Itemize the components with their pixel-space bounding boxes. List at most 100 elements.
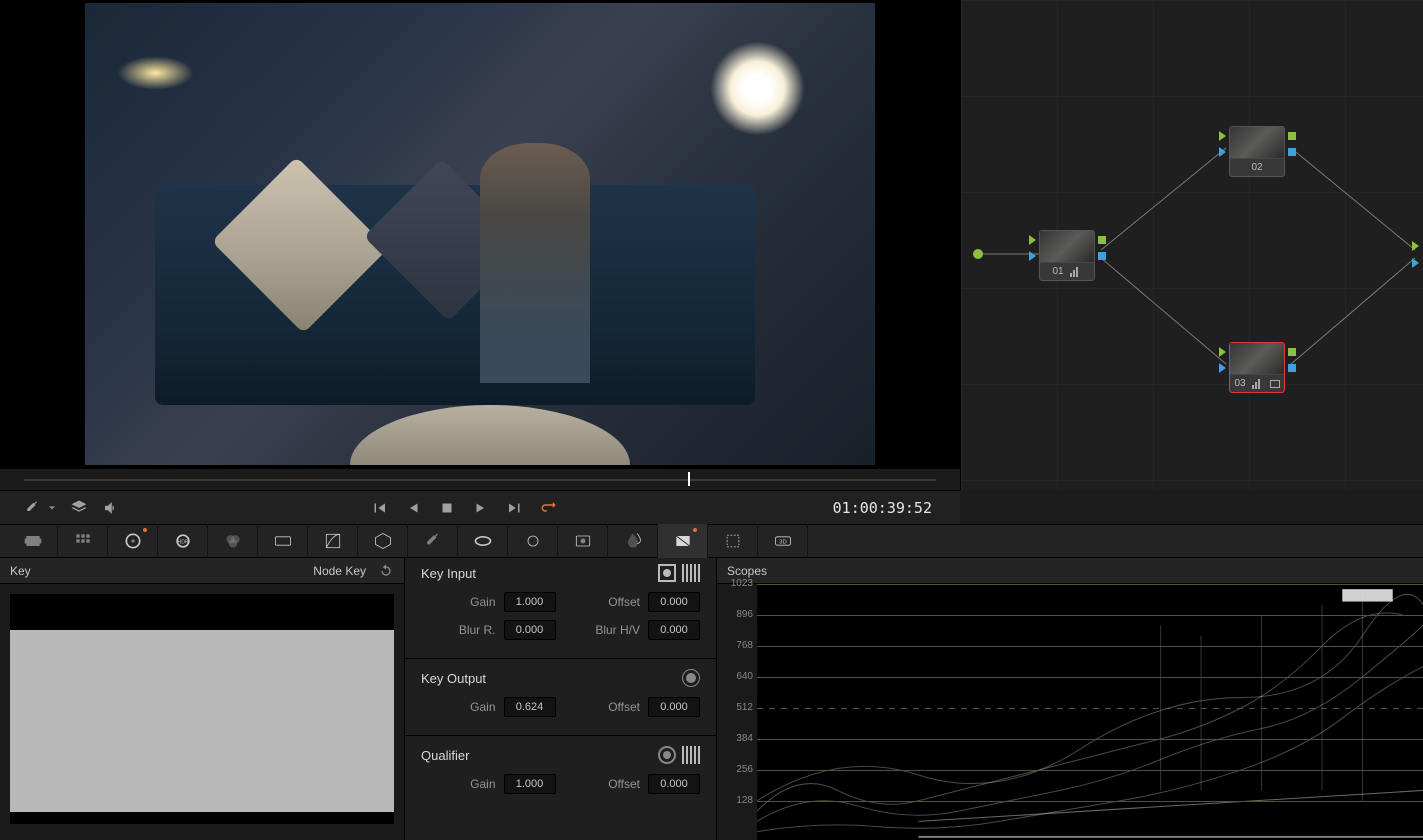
qualifier-invert-icon[interactable] (658, 746, 676, 764)
node-out-alpha-icon[interactable] (1288, 364, 1296, 372)
key-mode-label[interactable]: Node Key (313, 564, 366, 578)
color-match-button[interactable] (58, 524, 108, 558)
offset-label: Offset (608, 700, 640, 714)
qualifier-button[interactable] (408, 524, 458, 558)
node-in-rgb-icon[interactable] (1219, 347, 1226, 357)
node-label: 03 (1230, 375, 1284, 392)
key-output-gain-field[interactable]: 0.624 (504, 697, 556, 717)
node-in-rgb-icon[interactable] (1219, 131, 1226, 141)
qualifier-mask-icon[interactable] (682, 746, 700, 764)
node-out-rgb-icon[interactable] (1098, 236, 1106, 244)
bars-icon (1070, 267, 1082, 277)
play-icon[interactable] (472, 499, 490, 517)
node-thumbnail (1230, 343, 1284, 375)
node-out-rgb-icon[interactable] (1288, 132, 1296, 140)
image-lamp (710, 41, 805, 136)
color-wheels-button[interactable] (108, 524, 158, 558)
scope-y-axis: 1023896768640512384256128 (717, 584, 757, 840)
skip-forward-icon[interactable] (506, 499, 524, 517)
stop-icon[interactable] (438, 499, 456, 517)
image-person (480, 143, 590, 383)
node-in-alpha-icon[interactable] (1029, 251, 1036, 261)
gain-label: Gain (470, 700, 495, 714)
layers-icon[interactable] (70, 499, 88, 517)
scope-tick: 384 (721, 733, 753, 744)
scope-gridline (757, 615, 1423, 616)
qualifier-title: Qualifier (421, 748, 469, 763)
node-output-connector-rgb[interactable] (1412, 241, 1419, 251)
node-output-connector-alpha[interactable] (1412, 258, 1419, 268)
node-graph[interactable]: 01 02 03 (960, 0, 1423, 490)
node-in-alpha-icon[interactable] (1219, 363, 1226, 373)
key-input-blurhv-field[interactable]: 0.000 (648, 620, 700, 640)
matte-mask-icon[interactable] (682, 564, 700, 582)
node-out-alpha-icon[interactable] (1288, 148, 1296, 156)
sizing-button[interactable] (708, 524, 758, 558)
node-out-alpha-icon[interactable] (1098, 252, 1106, 260)
offset-label: Offset (608, 595, 640, 609)
scopes-panel: Scopes 1023896768640512384256128 (717, 558, 1423, 840)
color-match-icon (73, 531, 93, 551)
scope-display[interactable]: 1023896768640512384256128 (717, 584, 1423, 840)
color-node-01[interactable]: 01 (1039, 230, 1095, 281)
stereo-3d-button[interactable]: 3D (758, 524, 808, 558)
magic-mask-button[interactable] (558, 524, 608, 558)
key-input-title: Key Input (421, 566, 476, 581)
camera-raw-button[interactable] (8, 524, 58, 558)
tracker-icon (523, 531, 543, 551)
scope-tick: 640 (721, 671, 753, 682)
scope-gridline (757, 646, 1423, 647)
modified-dot-icon (143, 528, 147, 532)
scopes-title: Scopes (727, 564, 767, 578)
key-input-offset-field[interactable]: 0.000 (648, 592, 700, 612)
qualifier-gain-field[interactable]: 1.000 (504, 774, 556, 794)
hdr-icon: HDR (173, 531, 193, 551)
speaker-icon[interactable] (102, 499, 120, 517)
window-button[interactable] (458, 524, 508, 558)
chevron-down-icon[interactable] (48, 504, 56, 512)
svg-text:3D: 3D (779, 540, 786, 546)
scope-gridline (757, 584, 1423, 585)
warper-button[interactable] (358, 524, 408, 558)
blur-button[interactable] (608, 524, 658, 558)
curves-icon (323, 531, 343, 551)
skip-back-icon[interactable] (370, 499, 388, 517)
viewer-panel (0, 0, 960, 490)
svg-text:HDR: HDR (177, 540, 188, 546)
scope-tick: 128 (721, 795, 753, 806)
playhead[interactable] (688, 472, 690, 486)
rgb-mixer-button[interactable] (208, 524, 258, 558)
matte-invert-icon[interactable] (658, 564, 676, 582)
eyedropper-icon[interactable] (22, 499, 40, 517)
motion-effects-button[interactable] (258, 524, 308, 558)
curves-button[interactable] (308, 524, 358, 558)
key-button[interactable] (658, 524, 708, 558)
image-table (350, 405, 630, 465)
node-thumbnail (1040, 231, 1094, 263)
output-invert-icon[interactable] (682, 669, 700, 687)
color-node-03[interactable]: 03 (1229, 342, 1285, 393)
node-source-connector[interactable] (973, 249, 983, 259)
color-node-02[interactable]: 02 (1229, 126, 1285, 177)
stereo-3d-icon: 3D (773, 531, 793, 551)
key-input-gain-field[interactable]: 1.000 (504, 592, 556, 612)
node-out-rgb-icon[interactable] (1288, 348, 1296, 356)
node-in-alpha-icon[interactable] (1219, 147, 1226, 157)
timeline-scrubber[interactable] (0, 468, 960, 490)
timecode-display[interactable]: 01:00:39:52 (833, 499, 932, 517)
play-reverse-icon[interactable] (404, 499, 422, 517)
viewer-canvas[interactable] (0, 0, 960, 468)
color-wheels-icon (123, 531, 143, 551)
hdr-button[interactable]: HDR (158, 524, 208, 558)
key-preview[interactable] (10, 594, 394, 824)
key-output-offset-field[interactable]: 0.000 (648, 697, 700, 717)
key-icon (673, 531, 693, 551)
tracker-button[interactable] (508, 524, 558, 558)
node-in-rgb-icon[interactable] (1029, 235, 1036, 245)
key-input-blurr-field[interactable]: 0.000 (504, 620, 556, 640)
offset-label: Offset (608, 777, 640, 791)
blur-hv-label: Blur H/V (595, 623, 640, 637)
reset-icon[interactable] (378, 563, 394, 579)
qualifier-offset-field[interactable]: 0.000 (648, 774, 700, 794)
loop-icon[interactable] (540, 499, 558, 517)
